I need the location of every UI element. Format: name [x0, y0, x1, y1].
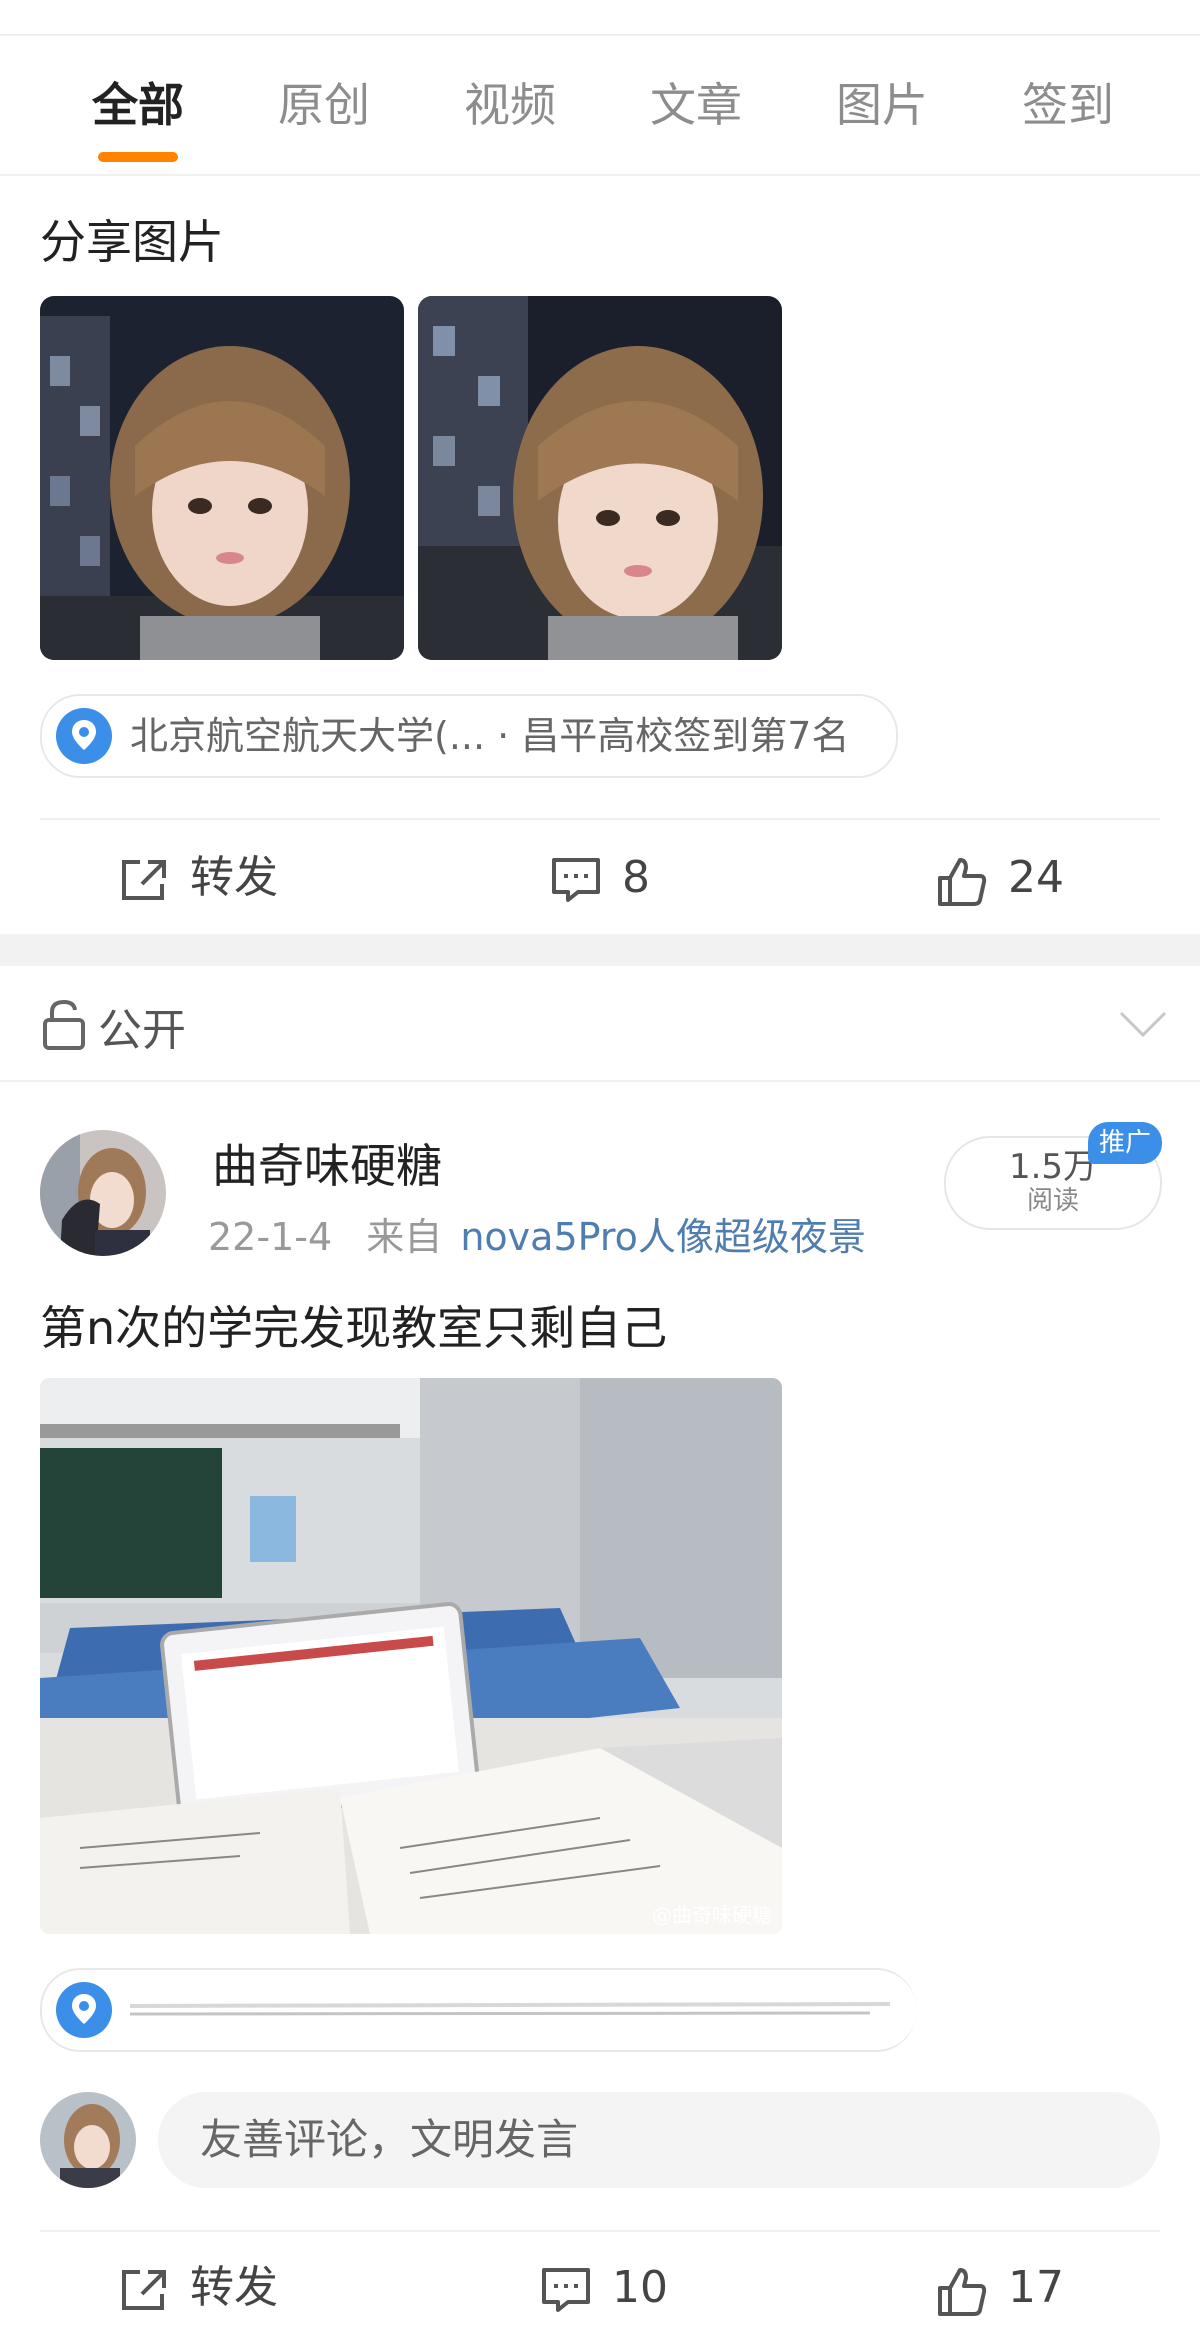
post-divider: [40, 2230, 1160, 2232]
repost-label: 转发: [190, 2262, 278, 2313]
avatar[interactable]: [40, 1130, 166, 1256]
thumbs-up-icon: [938, 858, 987, 906]
top-divider: [0, 34, 1200, 36]
active-tab-indicator: [98, 152, 178, 162]
tab-article[interactable]: 文章: [636, 60, 756, 150]
tab-video[interactable]: 视频: [450, 60, 570, 150]
post-divider: [40, 818, 1160, 820]
image-watermark: @曲奇味硬糖: [652, 1903, 772, 1927]
comment-button[interactable]: 10: [540, 2248, 740, 2328]
like-count: 17: [1008, 2262, 1064, 2313]
tab-image[interactable]: 图片: [822, 60, 942, 150]
author-name[interactable]: 曲奇味硬糖: [212, 1130, 442, 1196]
post-image[interactable]: @曲奇味硬糖: [40, 1378, 782, 1934]
reads-label: 阅读: [1026, 1186, 1079, 1216]
chevron-down-icon[interactable]: [1118, 1010, 1168, 1038]
visibility-label: 公开: [98, 1005, 186, 1056]
location-pin-icon: [56, 1982, 112, 2038]
visibility-divider: [0, 1080, 1200, 1082]
like-button[interactable]: 24: [936, 838, 1136, 918]
comment-placeholder: 友善评论，文明发言: [200, 2115, 579, 2164]
repost-icon: [122, 860, 166, 900]
location-pin-icon: [56, 708, 112, 764]
location-tag[interactable]: [40, 1968, 916, 2052]
unlock-icon: [43, 999, 85, 1050]
location-tag[interactable]: 北京航空航天大学(... · 昌平高校签到第7名: [40, 694, 898, 778]
post-image[interactable]: [418, 296, 782, 660]
thumbs-up-icon: [938, 2268, 987, 2316]
from-prefix: 来自: [366, 1215, 443, 1259]
comment-icon: [552, 858, 600, 902]
post-text: 分享图片: [40, 215, 224, 269]
post-meta: 22-1-4 来自 nova5Pro人像超级夜景: [208, 1206, 866, 1261]
my-avatar[interactable]: [40, 2092, 136, 2188]
tab-all[interactable]: 全部: [78, 60, 198, 150]
tab-original[interactable]: 原创: [264, 60, 384, 150]
location-redacted: [130, 2002, 890, 2016]
post-image[interactable]: [40, 296, 404, 660]
tab-checkin[interactable]: 签到: [1008, 60, 1128, 150]
comment-input[interactable]: 友善评论，文明发言: [158, 2092, 1160, 2188]
tabs-divider: [0, 174, 1200, 176]
location-text: 北京航空航天大学(... · 昌平高校签到第7名: [130, 714, 850, 758]
section-gap: [0, 934, 1200, 966]
repost-icon: [122, 2270, 166, 2310]
post-date: 22-1-4: [208, 1215, 333, 1259]
comment-button[interactable]: 8: [550, 838, 750, 918]
like-count: 24: [1008, 852, 1064, 903]
comment-count: 8: [622, 852, 650, 903]
post-text: 第n次的学完发现教室只剩自己: [40, 1301, 668, 1355]
comment-icon: [542, 2268, 590, 2312]
post-source[interactable]: nova5Pro人像超级夜景: [460, 1215, 866, 1259]
promo-badge: 推广: [1088, 1122, 1162, 1164]
filter-tabs: 全部 原创 视频 文章 图片 签到: [0, 60, 1200, 170]
repost-button[interactable]: 转发: [118, 2248, 358, 2328]
comment-count: 10: [612, 2262, 668, 2313]
like-button[interactable]: 17: [936, 2248, 1136, 2328]
repost-label: 转发: [190, 852, 278, 903]
repost-button[interactable]: 转发: [118, 838, 358, 918]
visibility-row[interactable]: 公开: [0, 966, 1200, 1082]
